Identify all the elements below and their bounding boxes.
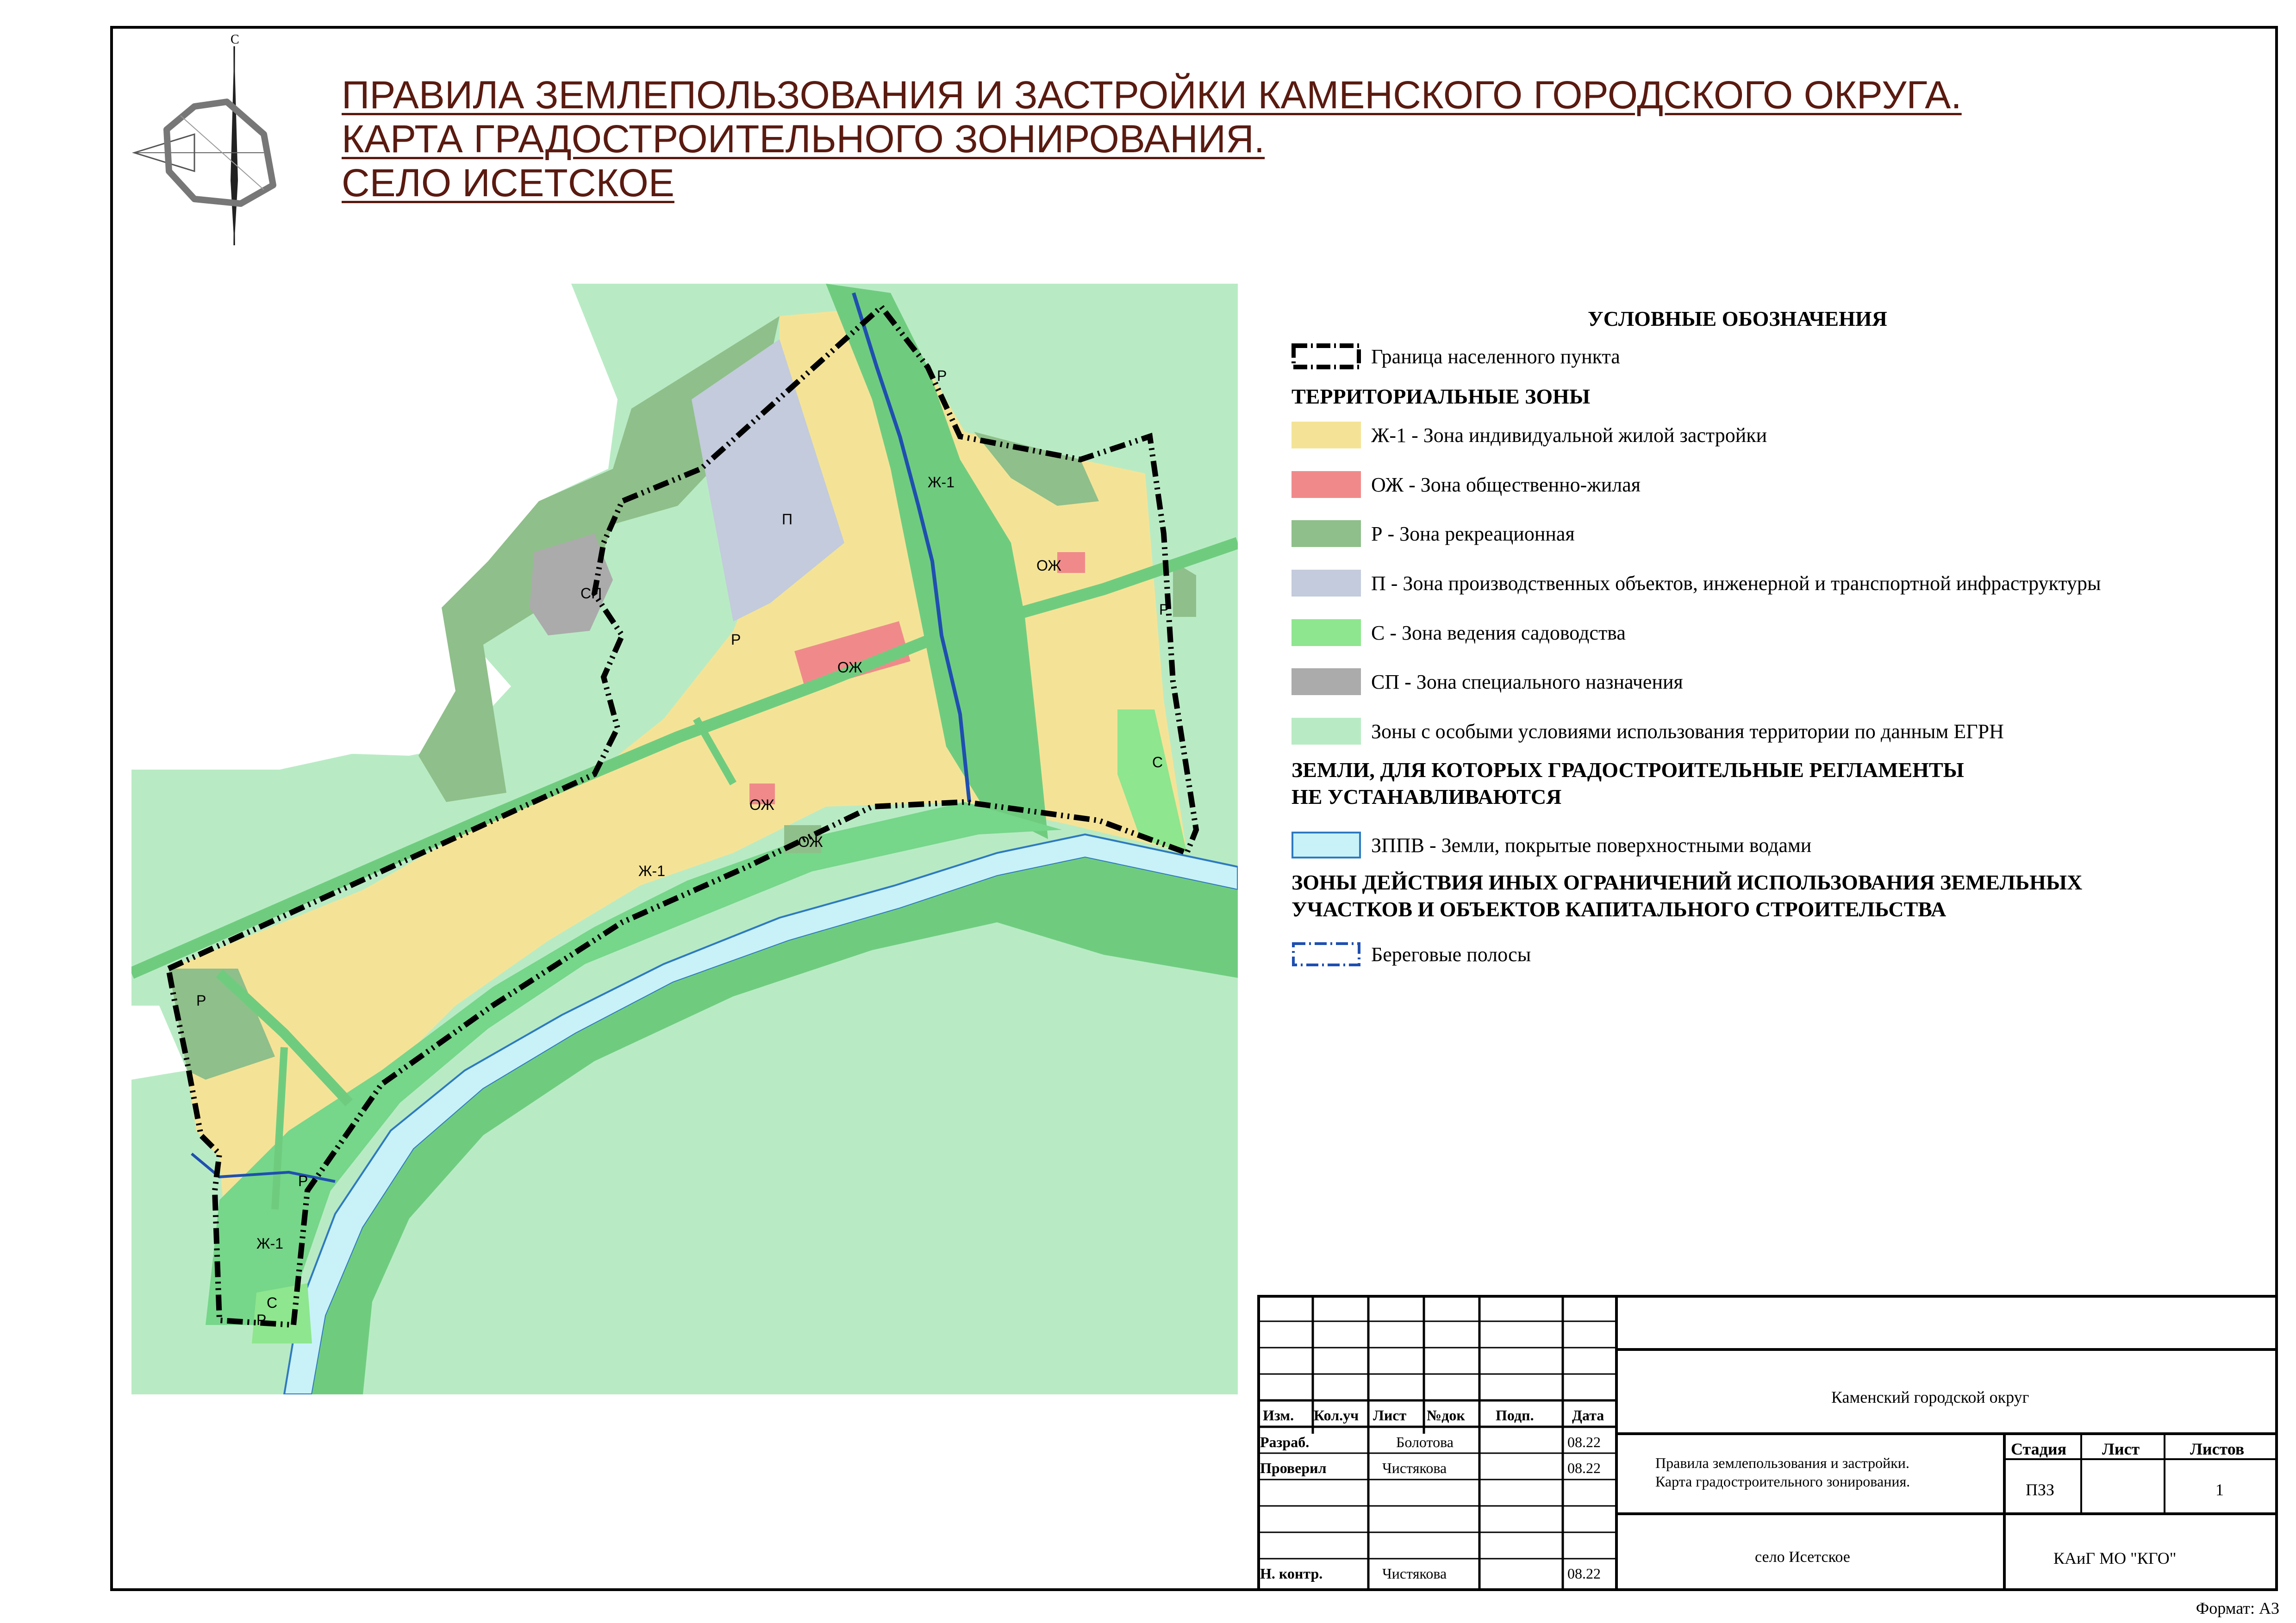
role-checker: Проверил [1260, 1460, 1327, 1476]
sheet-header: Лист [2102, 1440, 2140, 1458]
sheets-header: Листов [2190, 1440, 2245, 1458]
label-r-6: Р [256, 1312, 266, 1328]
col-header-izm: Изм. [1263, 1407, 1294, 1424]
legend-zone-label: С - Зона ведения садоводства [1371, 621, 1626, 644]
zone-swatch-egrn [1292, 718, 1361, 745]
water-swatch [1292, 832, 1361, 858]
title-line-1: ПРАВИЛА ЗЕМЛЕПОЛЬЗОВАНИЯ И ЗАСТРОЙКИ КАМ… [342, 73, 1962, 117]
zone-oj-east [1057, 552, 1085, 573]
organization-name: Каменский городской округ [1831, 1388, 2029, 1406]
stage-value: ПЗЗ [2026, 1480, 2055, 1499]
role-norm-control: Н. контр. [1260, 1565, 1323, 1582]
label-sp: СП [580, 585, 602, 602]
col-header-kol: Кол.уч [1314, 1407, 1359, 1424]
sheet-format: Формат: А3 [2196, 1599, 2279, 1617]
legend-item-water: ЗППВ - Земли, покрытые поверхностными во… [1292, 831, 1811, 859]
legend-water-label: ЗППВ - Земли, покрытые поверхностными во… [1371, 833, 1812, 857]
zone-swatch-sp [1292, 668, 1361, 695]
restrictions-heading-line-1: ЗОНЫ ДЕЙСТВИЯ ИНЫХ ОГРАНИЧЕНИЙ ИСПОЛЬЗОВ… [1292, 871, 2083, 894]
doc-title-line-1: Правила землепользования и застройки. [1655, 1455, 1909, 1471]
col-header-podp: Подп. [1496, 1407, 1534, 1424]
legend-zone-label: СП - Зона специального назначения [1371, 670, 1683, 693]
label-s-1: С [1152, 754, 1163, 771]
date-norm-control: 08.22 [1567, 1565, 1601, 1582]
zone-swatch-p [1292, 570, 1361, 597]
title-block: Изм. Кол.уч Лист №док Подп. Дата Разраб.… [1257, 1295, 2278, 1591]
col-header-list: Лист [1373, 1407, 1407, 1424]
no-regs-heading-line-1: ЗЕМЛИ, ДЛЯ КОТОРЫХ ГРАДОСТРОИТЕЛЬНЫЕ РЕГ… [1292, 758, 1964, 782]
label-r-3: Р [1159, 601, 1169, 618]
label-r-5: Р [298, 1173, 308, 1189]
map-title: ПРАВИЛА ЗЕМЛЕПОЛЬЗОВАНИЯ И ЗАСТРОЙКИ КАМ… [342, 73, 1962, 205]
label-p: П [782, 511, 792, 528]
legend-item-boundary: Граница населенного пункта [1292, 342, 1620, 370]
legend-zone-s: С - Зона ведения садоводства [1292, 619, 1626, 647]
label-zh1-2: Ж-1 [638, 863, 665, 879]
legend-heading: УСЛОВНЫЕ ОБОЗНАЧЕНИЯ [1588, 307, 1887, 330]
label-oj-3: ОЖ [749, 796, 774, 813]
legend-zone-label: Р - Зона рекреационная [1371, 522, 1575, 545]
zoning-map: П Р Р Р Р Р Р СП ОЖ ОЖ ОЖ ОЖ Ж-1 Ж-1 Ж-1… [131, 284, 1238, 1394]
title-line-3: СЕЛО ИСЕТСКОЕ [342, 161, 674, 205]
legend-zone-sp: СП - Зона специального назначения [1292, 668, 1683, 696]
label-r-1: Р [731, 631, 741, 648]
legend-zone-oj: ОЖ - Зона общественно-жилая [1292, 471, 1641, 498]
place-name: село Исетское [1755, 1548, 1850, 1566]
shore-line-swatch-icon [1292, 942, 1360, 966]
col-header-ndok: №док [1427, 1407, 1465, 1424]
north-label: С [231, 32, 239, 47]
legend-zone-egrn: Зоны с особыми условиями использования т… [1292, 717, 2004, 745]
col-header-date: Дата [1572, 1407, 1604, 1424]
zones-heading: ТЕРРИТОРИАЛЬНЫЕ ЗОНЫ [1292, 385, 1591, 408]
legend-zone-label: ОЖ - Зона общественно-жилая [1371, 473, 1641, 496]
role-developer: Разраб. [1260, 1434, 1310, 1450]
no-regs-heading: ЗЕМЛИ, ДЛЯ КОТОРЫХ ГРАДОСТРОИТЕЛЬНЫЕ РЕГ… [1292, 757, 1964, 810]
label-r-4: Р [196, 992, 206, 1009]
sheets-value: 1 [2215, 1480, 2224, 1499]
zone-swatch-oj [1292, 471, 1361, 498]
zone-swatch-r [1292, 520, 1361, 547]
name-developer: Болотова [1396, 1434, 1454, 1450]
legend-boundary-label: Граница населенного пункта [1371, 345, 1620, 368]
company-name: КАиГ МО "КГО" [2053, 1549, 2177, 1567]
north-arrow-icon: С [125, 32, 282, 250]
title-line-2: КАРТА ГРАДОСТРОИТЕЛЬНОГО ЗОНИРОВАНИЯ. [342, 117, 1265, 161]
no-regs-heading-line-2: НЕ УСТАНАВЛИВАЮТСЯ [1292, 785, 1562, 808]
legend-zone-label: П - Зона производственных объектов, инже… [1371, 572, 2101, 595]
doc-title-line-2: Карта градостроительного зонирования. [1655, 1473, 1910, 1490]
zone-swatch-zh1 [1292, 422, 1361, 448]
date-checker: 08.22 [1567, 1460, 1601, 1476]
restrictions-heading-line-2: УЧАСТКОВ И ОБЪЕКТОВ КАПИТАЛЬНОГО СТРОИТЕ… [1292, 897, 1947, 921]
stage-header: Стадия [2011, 1440, 2067, 1458]
label-r-2: Р [937, 367, 947, 384]
label-oj-4: ОЖ [798, 833, 823, 850]
restrictions-heading: ЗОНЫ ДЕЙСТВИЯ ИНЫХ ОГРАНИЧЕНИЙ ИСПОЛЬЗОВ… [1292, 869, 2082, 923]
label-zh1-3: Ж-1 [256, 1235, 283, 1252]
legend-shore-label: Береговые полосы [1371, 943, 1531, 966]
label-oj-1: ОЖ [837, 659, 862, 676]
boundary-swatch-icon [1292, 343, 1361, 369]
legend-item-shore: Береговые полосы [1292, 940, 1531, 968]
name-checker: Чистякова [1382, 1460, 1447, 1476]
date-developer: 08.22 [1567, 1434, 1601, 1450]
zone-swatch-s [1292, 619, 1361, 646]
legend-zone-label: Ж-1 - Зона индивидуальной жилой застройк… [1371, 423, 1767, 447]
label-zh1-1: Ж-1 [928, 474, 955, 491]
legend-zone-r: Р - Зона рекреационная [1292, 520, 1575, 547]
legend-zone-label: Зоны с особыми условиями использования т… [1371, 720, 2004, 743]
label-oj-2: ОЖ [1036, 557, 1061, 574]
legend-zone-zh1: Ж-1 - Зона индивидуальной жилой застройк… [1292, 421, 1767, 449]
label-s-2: С [267, 1294, 277, 1311]
legend-zone-p: П - Зона производственных объектов, инже… [1292, 569, 2101, 597]
name-norm-control: Чистякова [1382, 1565, 1447, 1582]
